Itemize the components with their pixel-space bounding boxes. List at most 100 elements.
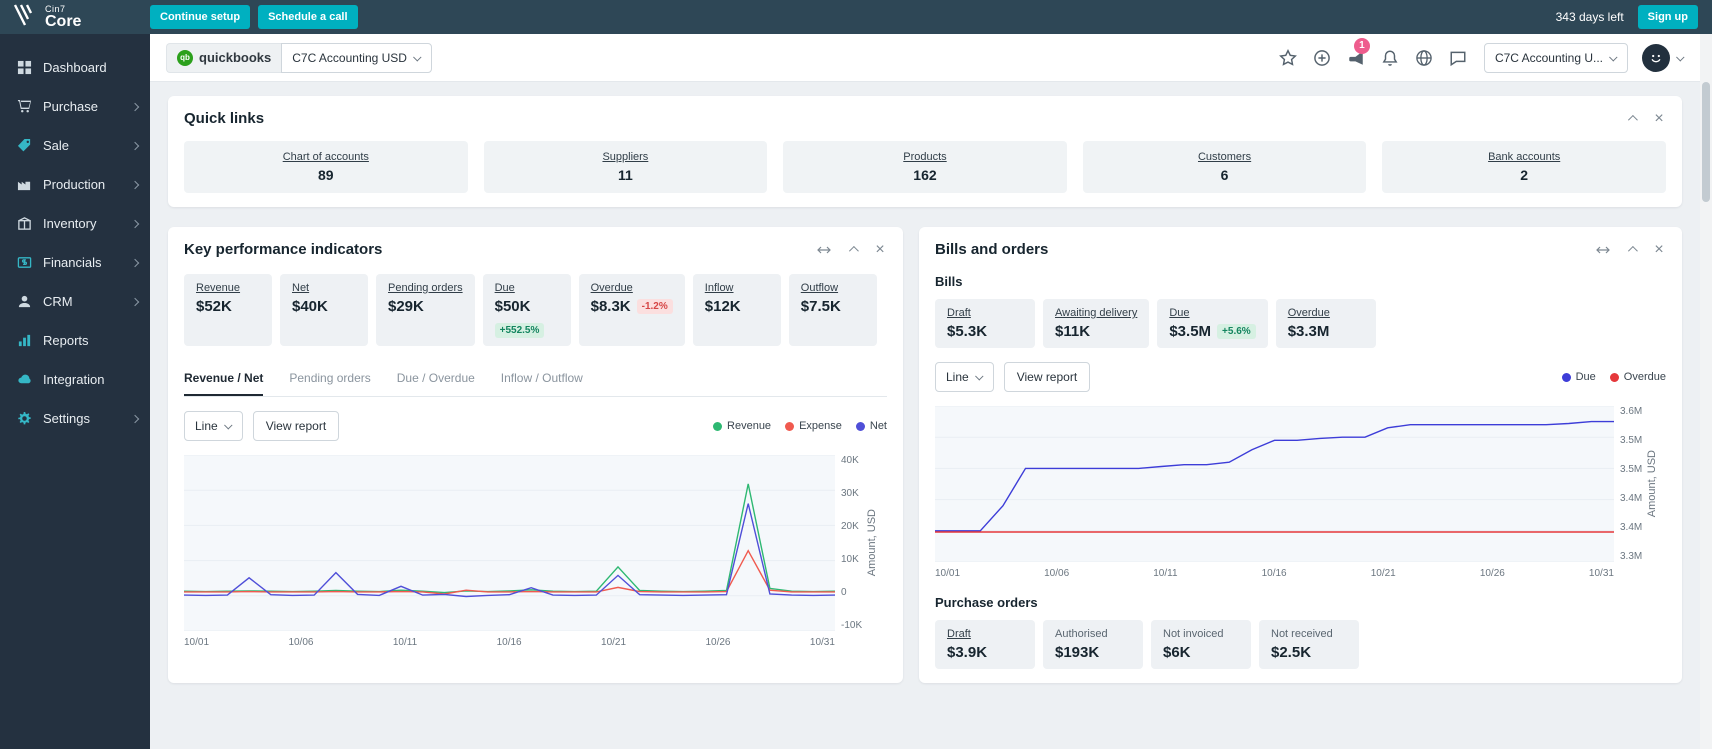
kpi-tile-inflow[interactable]: Inflow $12K	[692, 274, 781, 346]
chevron-right-icon	[130, 414, 140, 423]
quick-link-customers[interactable]: Customers 6	[1082, 141, 1367, 193]
sidebar-item-label: Settings	[43, 411, 90, 426]
resize-icon[interactable]	[817, 243, 831, 257]
sidebar-item-crm[interactable]: CRM	[0, 282, 150, 321]
bar-chart-icon	[16, 332, 33, 349]
overdue-legend-dot	[1609, 372, 1619, 382]
close-icon[interactable]: ×	[1652, 241, 1666, 257]
tab-due-overdue[interactable]: Due / Overdue	[397, 362, 475, 396]
sidebar-item-inventory[interactable]: Inventory	[0, 204, 150, 243]
sidebar-nav: Dashboard Purchase Sale Production Inven…	[0, 34, 150, 749]
quick-link-suppliers[interactable]: Suppliers 11	[483, 141, 768, 193]
schedule-call-button[interactable]: Schedule a call	[258, 5, 358, 29]
scrollbar-thumb[interactable]	[1702, 82, 1710, 202]
kpi-title: Key performance indicators	[184, 241, 383, 258]
collapse-icon[interactable]	[845, 243, 859, 257]
tab-pending-orders[interactable]: Pending orders	[289, 362, 370, 396]
resize-icon[interactable]	[1596, 243, 1610, 257]
page-scrollbar[interactable]	[1700, 34, 1712, 749]
gear-icon	[16, 410, 33, 427]
bills-tile-awaiting-delivery[interactable]: Awaiting delivery $11K	[1043, 299, 1150, 348]
po-tile-draft[interactable]: Draft $3.9K	[935, 620, 1035, 669]
bills-tile-draft[interactable]: Draft $5.3K	[935, 299, 1035, 348]
kpi-tile-outflow[interactable]: Outflow $7.5K	[788, 274, 877, 346]
kpi-tile-revenue[interactable]: Revenue $52K	[184, 274, 272, 346]
company-select-value: C7C Accounting USD	[292, 50, 407, 65]
change-badge: +5.6%	[1217, 324, 1256, 339]
company-select[interactable]: C7C Accounting USD	[281, 42, 432, 73]
factory-icon	[16, 176, 33, 193]
kpi-tile-overdue[interactable]: Overdue $8.3K -1.2%	[578, 274, 685, 346]
box-icon	[16, 215, 33, 232]
kpi-tabs: Revenue / Net Pending orders Due / Overd…	[184, 362, 887, 397]
sidebar-item-label: Sale	[43, 138, 70, 153]
tab-revenue-net[interactable]: Revenue / Net	[184, 362, 264, 396]
bills-tiles: Draft $5.3K Awaiting delivery $11K Due $…	[935, 299, 1666, 348]
bills-tile-overdue[interactable]: Overdue $3.3M	[1275, 299, 1376, 348]
kpi-tile-pending-orders[interactable]: Pending orders $29K	[376, 274, 475, 346]
sidebar-item-financials[interactable]: Financials	[0, 243, 150, 282]
account-select-value: C7C Accounting U...	[1494, 50, 1603, 65]
cart-icon	[16, 98, 33, 115]
kpi-tile-due[interactable]: Due $50K +552.5%	[482, 274, 571, 346]
collapse-icon[interactable]	[1624, 112, 1638, 126]
quick-link-bank-accounts[interactable]: Bank accounts 2	[1382, 141, 1666, 193]
sidebar-item-integration[interactable]: Integration	[0, 360, 150, 399]
close-icon[interactable]: ×	[1652, 110, 1666, 126]
bills-heading: Bills	[935, 274, 963, 289]
bills-view-report-button[interactable]: View report	[1003, 362, 1091, 392]
kpi-chart-type-select[interactable]: Line	[184, 411, 243, 441]
kpi-chart: 40K 30K 20K 10K 0 -10K Amount, USD 10/01 10/06…	[184, 455, 887, 648]
globe-icon[interactable]	[1414, 48, 1434, 68]
page-header: qb quickbooks C7C Accounting USD 1 C7C A…	[150, 34, 1700, 82]
chevron-down-icon[interactable]	[1676, 52, 1685, 62]
collapse-icon[interactable]	[1624, 243, 1638, 257]
person-icon	[16, 293, 33, 310]
quick-link-products[interactable]: Products 162	[783, 141, 1067, 193]
continue-setup-button[interactable]: Continue setup	[150, 5, 251, 29]
bills-chart-type-select[interactable]: Line	[935, 362, 994, 392]
feedback-icon[interactable]	[1448, 48, 1468, 68]
quick-links-title: Quick links	[184, 110, 265, 127]
close-icon[interactable]: ×	[873, 241, 887, 257]
notification-badge: 1	[1353, 37, 1370, 54]
kpi-chart-plot[interactable]	[184, 455, 835, 631]
change-badge: +552.5%	[494, 323, 545, 338]
sidebar-item-reports[interactable]: Reports	[0, 321, 150, 360]
star-icon[interactable]	[1278, 48, 1298, 68]
dashboard-icon	[16, 59, 33, 76]
revenue-legend-dot	[713, 421, 723, 431]
sidebar-item-label: Purchase	[43, 99, 98, 114]
add-icon[interactable]	[1312, 48, 1332, 68]
bills-tile-due[interactable]: Due $3.5M +5.6%	[1157, 299, 1268, 348]
kpi-chart-yaxis: 40K 30K 20K 10K 0 -10K	[841, 455, 863, 631]
topbar: Cin7 Core Continue setup Schedule a call…	[0, 0, 1712, 34]
sidebar-item-settings[interactable]: Settings	[0, 399, 150, 438]
alerts-icon[interactable]: 1	[1346, 37, 1370, 68]
quick-link-chart-of-accounts[interactable]: Chart of accounts 89	[184, 141, 468, 193]
cin7-core-logo[interactable]: Cin7 Core	[0, 0, 150, 34]
sidebar-item-label: Financials	[43, 255, 102, 270]
kpi-card: Key performance indicators × Revenue $52…	[168, 227, 903, 683]
sidebar-item-label: Production	[43, 177, 106, 192]
sidebar-item-sale[interactable]: Sale	[0, 126, 150, 165]
sidebar-item-purchase[interactable]: Purchase	[0, 87, 150, 126]
quickbooks-badge: qb quickbooks	[166, 42, 282, 73]
account-select[interactable]: C7C Accounting U...	[1483, 42, 1628, 73]
user-avatar[interactable]	[1642, 43, 1670, 72]
bell-icon[interactable]	[1380, 48, 1400, 68]
kpi-view-report-button[interactable]: View report	[252, 411, 340, 441]
expense-legend-dot	[785, 421, 795, 431]
sign-up-button[interactable]: Sign up	[1637, 5, 1698, 29]
po-tile-not-received[interactable]: Not received $2.5K	[1259, 620, 1359, 669]
kpi-tile-net[interactable]: Net $40K	[280, 274, 368, 346]
sidebar-item-dashboard[interactable]: Dashboard	[0, 48, 150, 87]
po-tile-authorised[interactable]: Authorised $193K	[1043, 620, 1143, 669]
sidebar-item-production[interactable]: Production	[0, 165, 150, 204]
tab-inflow-outflow[interactable]: Inflow / Outflow	[501, 362, 583, 396]
kpi-legend: Revenue Expense Net	[713, 420, 887, 432]
dollar-card-icon	[16, 254, 33, 271]
po-tile-not-invoiced[interactable]: Not invoiced $6K	[1151, 620, 1251, 669]
bills-chart-plot[interactable]	[935, 406, 1614, 562]
chevron-right-icon	[130, 297, 140, 306]
